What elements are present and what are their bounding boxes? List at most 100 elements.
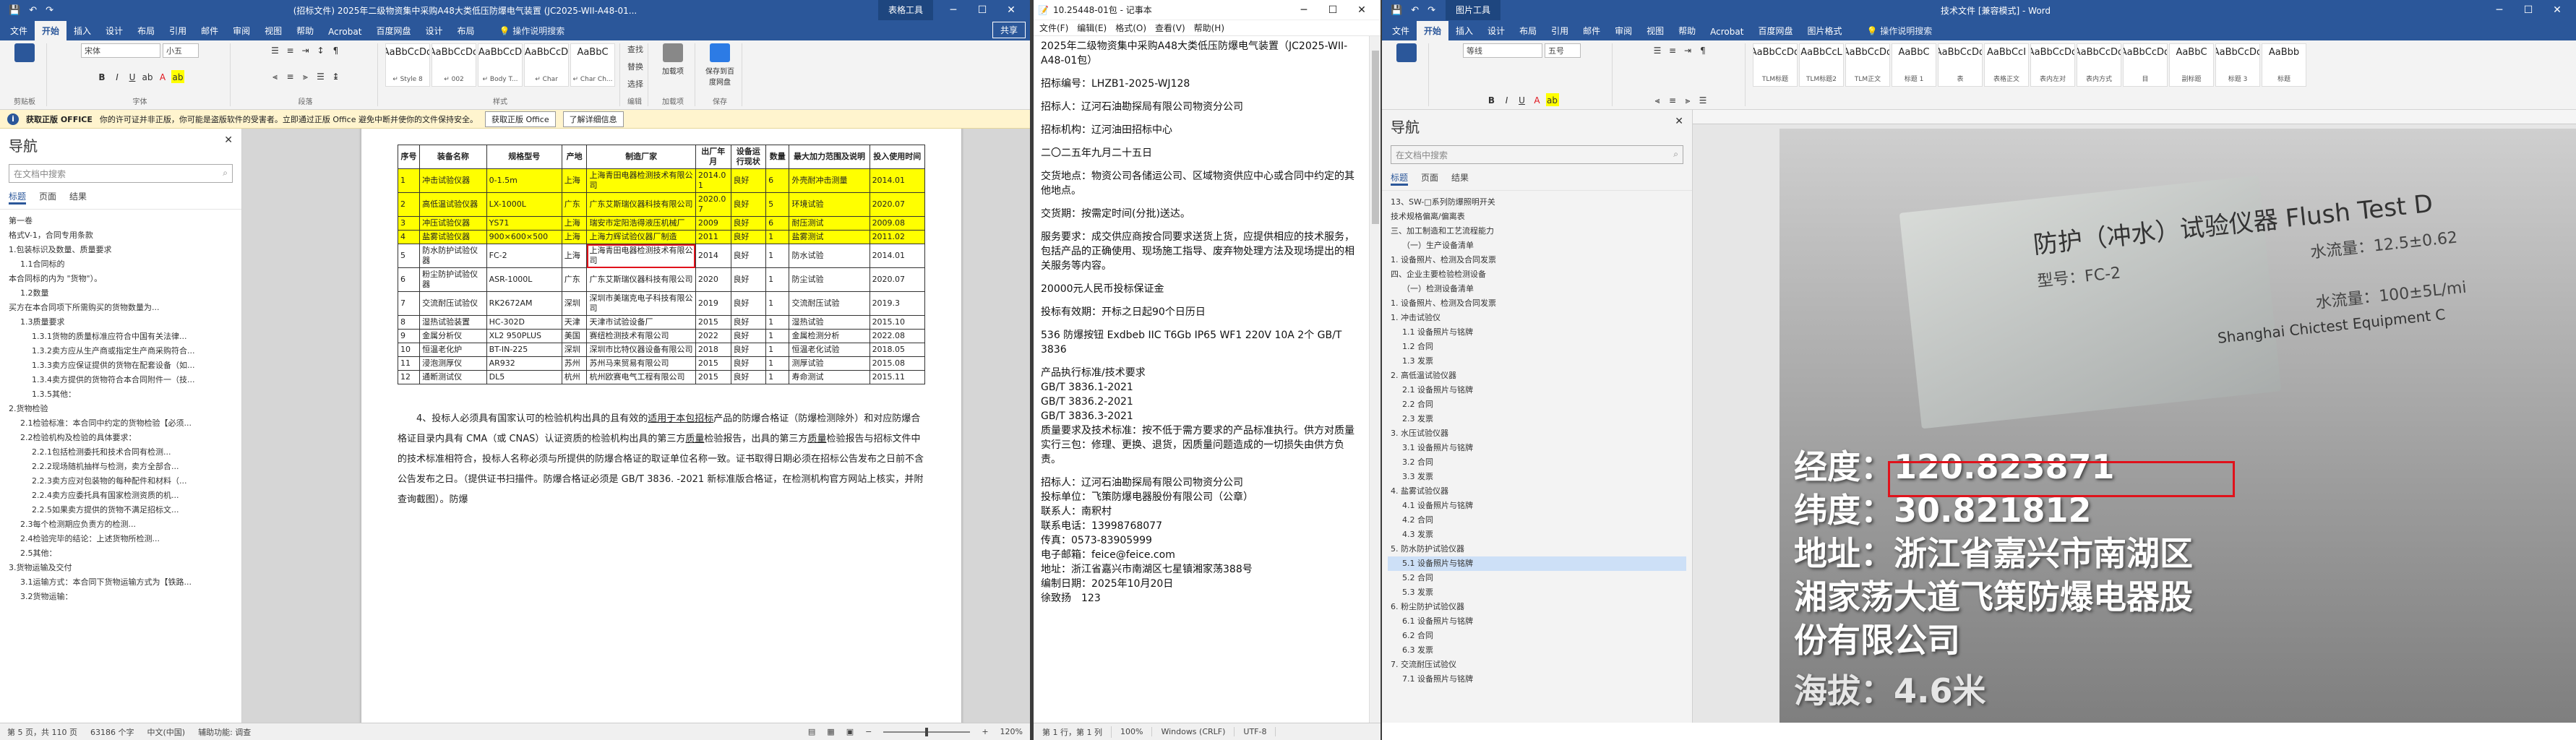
- nav-heading-item[interactable]: 2. 高低温试验仪器: [1388, 369, 1686, 383]
- nav-heading-item[interactable]: 四、企业主要检验检测设备: [1388, 267, 1686, 282]
- nav-heading-item[interactable]: 1.3.4卖方提供的货物符合本合同附件一（技...: [6, 373, 236, 387]
- nav-heading-item[interactable]: 3.2货物运输：: [6, 590, 236, 604]
- redo-icon[interactable]: ↷: [41, 5, 58, 16]
- ribbon-tab[interactable]: 插入: [1448, 21, 1480, 40]
- nav-heading-item[interactable]: 6.3 发票: [1388, 643, 1686, 658]
- vertical-scrollbar[interactable]: [1369, 36, 1381, 723]
- ribbon-tab[interactable]: 审阅: [1607, 21, 1639, 40]
- underline-icon[interactable]: U: [126, 70, 139, 83]
- italic-icon[interactable]: I: [1500, 93, 1514, 106]
- font-name-select[interactable]: 宋体: [81, 43, 160, 58]
- zoom-in-icon[interactable]: +: [982, 727, 988, 736]
- notepad-menu-item[interactable]: 帮助(H): [1194, 22, 1224, 34]
- align-left-icon[interactable]: ⫷: [269, 69, 282, 82]
- ribbon-tab[interactable]: 设计: [1480, 21, 1512, 40]
- get-genuine-button[interactable]: 获取正版 Office: [485, 111, 556, 127]
- nav-heading-item[interactable]: 3.3 发票: [1388, 470, 1686, 484]
- close-icon[interactable]: ✕: [997, 4, 1026, 16]
- nav-heading-item[interactable]: 1.2 合同: [1388, 340, 1686, 354]
- nav-heading-item[interactable]: 2.5其他：: [6, 546, 236, 561]
- line-spacing-icon[interactable]: ↨: [330, 69, 343, 82]
- nav-heading-item[interactable]: 2.4检验完毕的结论：上述货物所检测...: [6, 532, 236, 546]
- ribbon-tab[interactable]: 布局: [130, 21, 162, 40]
- ribbon-tab[interactable]: 邮件: [1576, 21, 1607, 40]
- numbering-icon[interactable]: ≡: [1666, 43, 1679, 56]
- indent-icon[interactable]: ⇥: [299, 43, 312, 56]
- nav-heading-item[interactable]: 2.2检验机构及检验的具体要求：: [6, 431, 236, 445]
- nav-tab[interactable]: 结果: [1451, 171, 1469, 186]
- nav-heading-item[interactable]: 1.3质量要求: [6, 315, 236, 330]
- addin-button[interactable]: 加载项: [656, 43, 690, 87]
- ribbon-tab[interactable]: 帮助: [289, 21, 321, 40]
- nav-heading-item[interactable]: 3.1 设备照片与铭牌: [1388, 441, 1686, 455]
- nav-heading-item[interactable]: 2.2.2现场随机抽样与检测，卖方全部合...: [6, 460, 236, 474]
- undo-icon[interactable]: ↶: [25, 5, 41, 16]
- align-right-icon[interactable]: ⫸: [1681, 93, 1694, 106]
- ribbon-tab[interactable]: 文件: [3, 21, 35, 40]
- web-layout-icon[interactable]: ▣: [846, 727, 854, 736]
- ribbon-tab[interactable]: 文件: [1385, 21, 1417, 40]
- nav-heading-item[interactable]: 3.货物运输及交付: [6, 561, 236, 575]
- nav-heading-item[interactable]: 1.3.5其他：: [6, 387, 236, 402]
- minimize-icon[interactable]: ─: [939, 4, 968, 16]
- accessibility[interactable]: 辅助功能: 调查: [198, 726, 251, 738]
- highlight-icon[interactable]: ab: [171, 70, 184, 83]
- nav-heading-item[interactable]: 买方在本合同项下所需购买的货物数量为...: [6, 301, 236, 315]
- zoom-slider[interactable]: [883, 727, 971, 736]
- nav-heading-item[interactable]: 2.2 合同: [1388, 397, 1686, 412]
- justify-icon[interactable]: ☰: [314, 69, 327, 82]
- ribbon-tab[interactable]: 开始: [35, 21, 67, 40]
- ribbon-tab[interactable]: 百度网盘: [369, 21, 418, 40]
- print-layout-icon[interactable]: ▦: [827, 727, 834, 736]
- style-gallery-item[interactable]: AaBbCcDd ↵ Style 8: [385, 43, 430, 87]
- font-size-select[interactable]: 小五: [163, 43, 199, 58]
- ribbon-tab[interactable]: 帮助: [1671, 21, 1703, 40]
- save-icon[interactable]: 💾: [1386, 5, 1407, 16]
- nav-heading-item[interactable]: 7. 交流耐压试验仪: [1388, 658, 1686, 672]
- nav-heading-item[interactable]: 1.3.1货物的质量标准应符合中国有关法律...: [6, 330, 236, 344]
- nav-heading-item[interactable]: 3.1运输方式：本合同下货物运输方式为【铁路...: [6, 575, 236, 590]
- close-icon[interactable]: ✕: [2543, 4, 2572, 16]
- learn-more-button[interactable]: 了解详细信息: [562, 111, 624, 127]
- numbering-icon[interactable]: ≡: [284, 43, 297, 56]
- language[interactable]: 中文(中国): [147, 726, 185, 738]
- ribbon-tab[interactable]: 插入: [66, 21, 98, 40]
- bold-icon[interactable]: B: [95, 70, 108, 83]
- maximize-icon[interactable]: ☐: [2514, 4, 2543, 16]
- find-button[interactable]: 查找: [627, 43, 643, 55]
- read-mode-icon[interactable]: ▤: [808, 727, 815, 736]
- notepad-menu-item[interactable]: 格式(O): [1115, 22, 1146, 34]
- nav-tab[interactable]: 页面: [39, 190, 56, 205]
- close-icon[interactable]: ✕: [1347, 4, 1376, 16]
- share-button[interactable]: 共享: [992, 22, 1026, 38]
- font-color-icon[interactable]: A: [1531, 93, 1544, 106]
- nav-tab[interactable]: 标题: [1391, 171, 1409, 186]
- ribbon-tab[interactable]: 邮件: [194, 21, 226, 40]
- nav-heading-item[interactable]: 2.2.5如果卖方提供的货物不满足招标文...: [6, 503, 236, 517]
- close-icon[interactable]: ✕: [1675, 116, 1683, 137]
- nav-heading-item[interactable]: 1. 冲击试验仪: [1388, 311, 1686, 325]
- style-gallery-item[interactable]: AaBbCcDd 目: [2123, 43, 2168, 87]
- style-gallery-item[interactable]: AaBbb 标题: [2262, 43, 2306, 87]
- style-gallery-item[interactable]: AaBbC ↵ Char Ch...: [570, 43, 615, 87]
- nav-heading-item[interactable]: （一）检测设备清单: [1388, 282, 1686, 296]
- nav-heading-item[interactable]: 2.1 设备照片与铭牌: [1388, 383, 1686, 397]
- notepad-menu-item[interactable]: 编辑(E): [1077, 22, 1107, 34]
- nav-heading-item[interactable]: 三、加工制造和工艺流程能力: [1388, 224, 1686, 238]
- nav-heading-item[interactable]: 13、SW-□系列防爆照明开关: [1388, 195, 1686, 210]
- select-button[interactable]: 选择: [627, 78, 643, 90]
- nav-heading-item[interactable]: 1.1 设备照片与铭牌: [1388, 325, 1686, 340]
- nav-heading-item[interactable]: 技术规格偏离/偏离表: [1388, 210, 1686, 224]
- bullets-icon[interactable]: ☰: [269, 43, 282, 56]
- strike-icon[interactable]: ab: [141, 70, 154, 83]
- ribbon-tab[interactable]: Acrobat: [1703, 23, 1751, 40]
- nav-heading-item[interactable]: 4. 盐雾试验仪器: [1388, 484, 1686, 499]
- nav-heading-item[interactable]: 1.3.3卖方应保证提供的货物在配套设备（如...: [6, 358, 236, 373]
- page-count[interactable]: 第 5 页，共 110 页: [7, 726, 77, 738]
- nav-heading-item[interactable]: 4.2 合同: [1388, 513, 1686, 528]
- save-icon[interactable]: 💾: [4, 5, 25, 16]
- nav-heading-item[interactable]: 1.3 发票: [1388, 354, 1686, 369]
- justify-icon[interactable]: ☰: [1696, 93, 1709, 106]
- style-gallery-item[interactable]: AaBbCcDd 表内方式: [2077, 43, 2121, 87]
- align-right-icon[interactable]: ⫸: [299, 69, 312, 82]
